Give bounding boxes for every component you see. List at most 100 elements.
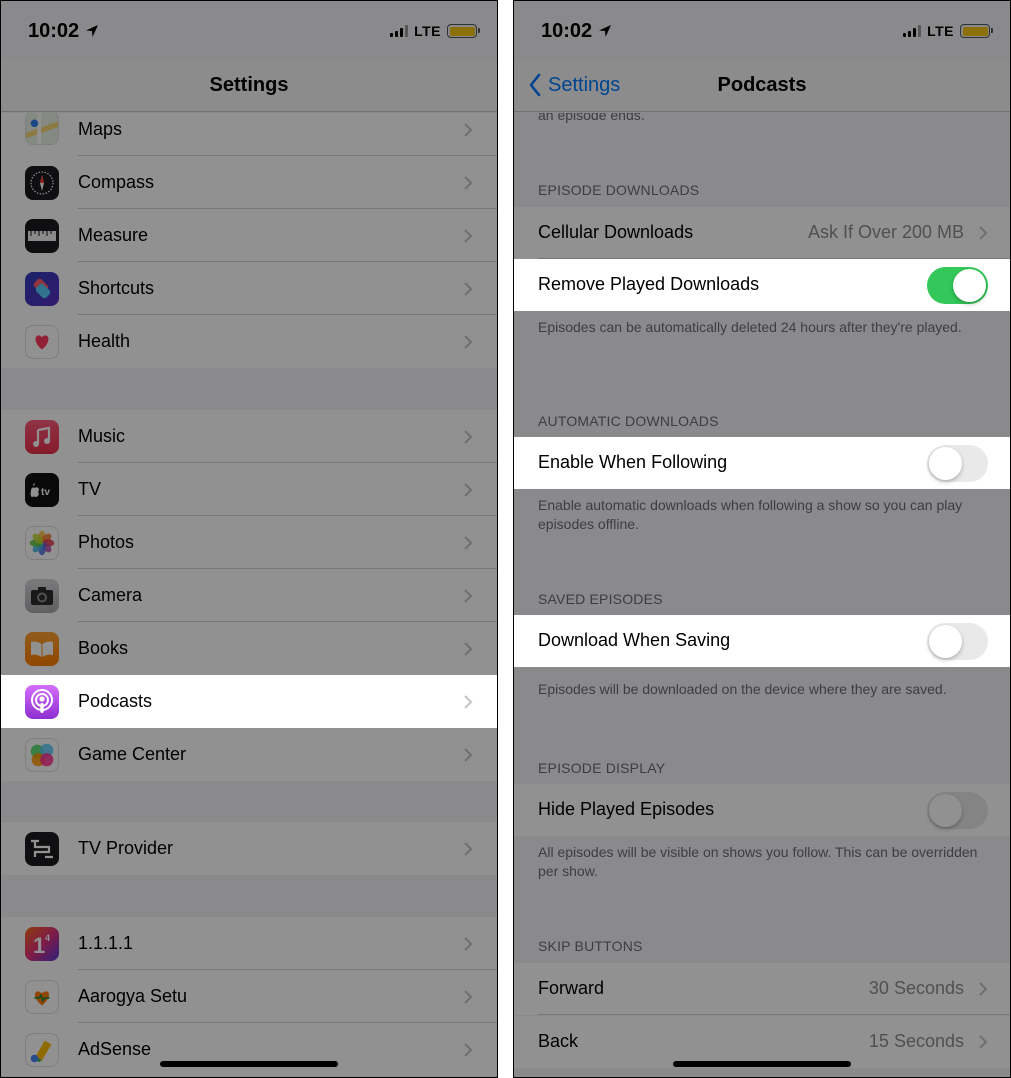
page-title: Settings <box>209 74 289 96</box>
settings-item-aarogya-setu[interactable]: Aarogya Setu <box>1 970 497 1023</box>
podcasts-settings-list[interactable]: an episode ends. EPISODE DOWNLOADS Cellu… <box>514 113 1010 1077</box>
settings-item-label: Measure <box>78 225 149 245</box>
section-footer: an episode ends. <box>538 113 645 123</box>
section-header: SKIP BUTTONS <box>538 938 643 954</box>
section-footer: All episodes will be visible on shows yo… <box>538 844 978 879</box>
section-footer: Episodes will be downloaded on the devic… <box>538 681 947 697</box>
skip-forward-row[interactable]: Forward 30 Seconds <box>514 963 1010 1015</box>
chevron-right-icon <box>979 226 988 240</box>
section-header: EPISODE DOWNLOADS <box>538 182 700 198</box>
chevron-right-icon <box>464 228 473 243</box>
cellular-downloads-row[interactable]: Cellular Downloads Ask If Over 200 MB <box>514 207 1010 259</box>
svg-text:4: 4 <box>45 933 50 943</box>
chevron-right-icon <box>464 175 473 190</box>
settings-item-camera[interactable]: Camera <box>1 569 497 622</box>
chevron-right-icon <box>464 641 473 656</box>
settings-item-health[interactable]: Health <box>1 315 497 368</box>
settings-item-podcasts[interactable]: Podcasts <box>1 675 497 728</box>
nav-bar: Settings Podcasts <box>514 61 1010 112</box>
settings-item-music[interactable]: Music <box>1 410 497 463</box>
cell-label: Download When Saving <box>538 630 731 650</box>
signal-icon <box>903 25 922 37</box>
chevron-right-icon <box>464 122 473 137</box>
settings-item-books[interactable]: Books <box>1 622 497 675</box>
cloudflare-1111-icon: 14 <box>25 926 59 961</box>
signal-icon <box>390 25 409 37</box>
home-indicator[interactable] <box>160 1061 338 1067</box>
settings-item-maps[interactable]: Maps <box>1 113 497 156</box>
settings-item-label: Health <box>78 331 131 351</box>
enable-when-following-row: Enable When Following <box>514 437 1010 489</box>
chevron-right-icon <box>464 936 473 951</box>
page-title: Podcasts <box>717 74 807 96</box>
enable-when-following-toggle[interactable] <box>927 445 988 482</box>
settings-item-label: Shortcuts <box>78 278 155 298</box>
network-type: LTE <box>414 23 441 39</box>
settings-screen: 10:02 LTE Settings Maps Compass Measure … <box>0 0 498 1078</box>
cell-value: 30 Seconds <box>868 978 964 998</box>
aarogya-setu-icon <box>25 979 59 1014</box>
status-bar: 10:02 LTE <box>1 1 497 61</box>
network-type: LTE <box>927 23 954 39</box>
books-icon <box>25 631 59 666</box>
chevron-right-icon <box>464 989 473 1004</box>
settings-item-label: Books <box>78 638 129 658</box>
settings-item-1111[interactable]: 14 1.1.1.1 <box>1 917 497 970</box>
battery-icon <box>960 24 993 38</box>
settings-item-tv[interactable]: tv TV <box>1 463 497 516</box>
cell-label: Forward <box>538 978 605 998</box>
camera-icon <box>25 578 59 613</box>
chevron-right-icon <box>979 982 988 996</box>
settings-item-game-center[interactable]: Game Center <box>1 728 497 781</box>
hide-played-episodes-row: Hide Played Episodes <box>514 784 1010 836</box>
battery-icon <box>447 24 480 38</box>
chevron-right-icon <box>979 1035 988 1049</box>
measure-icon <box>25 218 59 253</box>
shortcuts-icon <box>25 271 59 306</box>
settings-item-label: Camera <box>78 585 143 605</box>
settings-item-compass[interactable]: Compass <box>1 156 497 209</box>
podcasts-settings-screen: 10:02 LTE Settings Podcasts an episode e… <box>513 0 1011 1078</box>
chevron-right-icon <box>464 694 473 709</box>
maps-icon <box>25 113 59 145</box>
remove-played-downloads-row: Remove Played Downloads <box>514 259 1010 311</box>
settings-item-photos[interactable]: Photos <box>1 516 497 569</box>
photos-icon <box>25 525 59 560</box>
chevron-right-icon <box>464 841 473 856</box>
cell-label: Cellular Downloads <box>538 222 694 242</box>
remove-played-downloads-toggle[interactable] <box>927 267 988 304</box>
settings-item-shortcuts[interactable]: Shortcuts <box>1 262 497 315</box>
settings-item-measure[interactable]: Measure <box>1 209 497 262</box>
cell-label: Hide Played Episodes <box>538 799 715 819</box>
settings-item-label: TV Provider <box>78 838 174 858</box>
location-arrow-icon <box>86 25 98 37</box>
settings-item-adsense[interactable]: AdSense <box>1 1023 497 1076</box>
svg-text:1: 1 <box>33 933 45 958</box>
settings-item-label: 1.1.1.1 <box>78 933 134 953</box>
chevron-right-icon <box>464 334 473 349</box>
cell-label: Back <box>538 1031 579 1051</box>
settings-item-label: Music <box>78 426 126 446</box>
settings-item-label: Aarogya Setu <box>78 986 188 1006</box>
status-time: 10:02 <box>28 20 80 42</box>
section-header: AUTOMATIC DOWNLOADS <box>538 413 719 429</box>
chevron-right-icon <box>464 281 473 296</box>
settings-item-label: Game Center <box>78 744 187 764</box>
podcasts-icon <box>25 684 59 719</box>
settings-item-label: AdSense <box>78 1039 152 1059</box>
hide-played-episodes-toggle[interactable] <box>927 792 988 829</box>
settings-item-tv-provider[interactable]: TV Provider <box>1 822 497 875</box>
settings-item-label: Podcasts <box>78 691 153 711</box>
section-header: SAVED EPISODES <box>538 591 663 607</box>
section-footer: Episodes can be automatically deleted 24… <box>538 319 962 335</box>
adsense-icon <box>25 1032 59 1067</box>
nav-bar: Settings <box>1 61 497 112</box>
download-when-saving-toggle[interactable] <box>927 623 988 660</box>
home-indicator[interactable] <box>673 1061 851 1067</box>
health-icon <box>25 324 59 359</box>
settings-item-label: Maps <box>78 119 123 139</box>
settings-list[interactable]: Maps Compass Measure Shortcuts Health Mu… <box>1 113 497 1077</box>
chevron-right-icon <box>464 429 473 444</box>
cell-label: Remove Played Downloads <box>538 274 760 294</box>
status-time: 10:02 <box>541 20 593 42</box>
